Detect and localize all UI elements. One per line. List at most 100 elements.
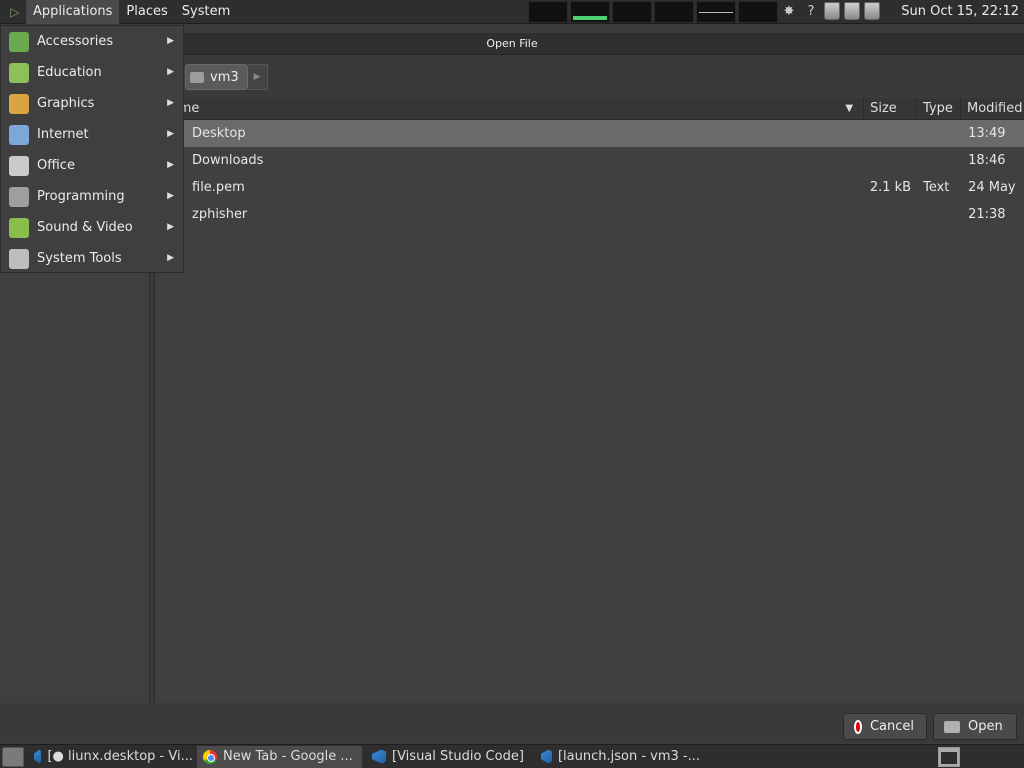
column-header-modified[interactable]: Modified — [961, 98, 1024, 120]
file-row[interactable]: file.pem 2.1 kB Text 24 May — [155, 174, 1024, 201]
file-row[interactable]: zphisher 21:38 — [155, 201, 1024, 228]
disk-monitor-graph — [738, 1, 778, 23]
vscode-icon — [34, 749, 42, 764]
submenu-arrow-icon: ▶ — [167, 67, 174, 77]
submenu-arrow-icon: ▶ — [167, 98, 174, 108]
path-bar: vm3 ▶ — [185, 64, 268, 90]
menu-item-internet[interactable]: Internet ▶ — [1, 119, 183, 150]
taskbar-button-label: [Visual Studio Code] — [392, 749, 524, 764]
column-header-name[interactable]: Name ▼ — [155, 98, 865, 120]
network-monitor-graph — [696, 1, 736, 23]
load-monitor-graph — [654, 1, 694, 23]
graphics-icon — [9, 93, 29, 114]
trash-icon[interactable] — [864, 2, 880, 20]
open-label: Open — [968, 719, 1003, 734]
menu-item-label: Sound & Video — [37, 220, 133, 235]
menu-item-education[interactable]: Education ▶ — [1, 57, 183, 88]
taskbar-button-label: [● liunx.desktop - Vi... — [47, 749, 193, 764]
sort-descending-icon: ▼ — [845, 103, 854, 114]
submenu-arrow-icon: ▶ — [167, 191, 174, 201]
distro-logo-icon[interactable]: ▷ — [4, 1, 26, 23]
menu-item-sound-video[interactable]: Sound & Video ▶ — [1, 212, 183, 243]
file-rows: Desktop 13:49 Downloads 18:46 file.pem 2.1 kB… — [155, 120, 1024, 228]
applications-menu: Accessories ▶ Education ▶ Graphics ▶ Internet ▶… — [0, 25, 184, 273]
trash-icon[interactable] — [844, 2, 860, 20]
system-tools-icon — [9, 248, 29, 269]
clock[interactable]: Sun Oct 15, 22:12 — [901, 0, 1019, 24]
file-name: zphisher — [192, 207, 248, 222]
file-modified: 18:46 — [968, 153, 1006, 168]
file-type: Text — [923, 180, 950, 195]
network-icon[interactable]: ✸ — [780, 4, 798, 19]
cpu-monitor-graph — [528, 1, 568, 23]
trash-icon[interactable] — [824, 2, 840, 20]
sound-video-icon — [9, 217, 29, 238]
file-row[interactable]: Downloads 18:46 — [155, 147, 1024, 174]
taskbar-button-label: [launch.json - vm3 -... — [557, 749, 700, 764]
chrome-icon — [203, 749, 217, 764]
dialog-buttons: Cancel Open — [843, 713, 1017, 740]
education-icon — [9, 62, 29, 83]
menu-item-label: Internet — [37, 127, 89, 142]
file-modified: 21:38 — [968, 207, 1006, 222]
menu-item-programming[interactable]: Programming ▶ — [1, 181, 183, 212]
memory-monitor-graph — [570, 1, 610, 23]
menu-item-label: Education — [37, 65, 102, 80]
submenu-arrow-icon: ▶ — [167, 129, 174, 139]
help-icon[interactable]: ? — [802, 4, 820, 19]
vscode-icon — [372, 749, 386, 764]
internet-icon — [9, 124, 29, 145]
submenu-arrow-icon: ▶ — [167, 160, 174, 170]
cancel-icon — [854, 719, 862, 734]
system-monitor[interactable] — [528, 1, 778, 23]
menu-item-label: System Tools — [37, 251, 122, 266]
path-button-home[interactable]: vm3 — [185, 64, 248, 90]
file-size: 2.1 kB — [869, 180, 912, 195]
top-panel: ▷ Applications Places System ✸ ? Sun Oct… — [0, 0, 1024, 24]
taskbar-button-label: New Tab - Google ... — [223, 749, 353, 764]
path-scroll-right-button[interactable]: ▶ — [247, 64, 268, 90]
programming-icon — [9, 186, 29, 207]
column-header-size[interactable]: Size — [864, 98, 918, 120]
menu-item-system-tools[interactable]: System Tools ▶ — [1, 243, 183, 274]
submenu-arrow-icon: ▶ — [167, 253, 174, 263]
menu-item-label: Office — [37, 158, 75, 173]
file-list-header: Name ▼ Size Type Modified — [155, 98, 1024, 120]
show-desktop-icon[interactable] — [2, 746, 24, 767]
applications-menu-button[interactable]: Applications — [26, 0, 120, 24]
open-folder-icon — [944, 720, 960, 733]
menu-item-office[interactable]: Office ▶ — [1, 150, 183, 181]
swap-monitor-graph — [612, 1, 652, 23]
menu-item-graphics[interactable]: Graphics ▶ — [1, 88, 183, 119]
file-name: file.pem — [192, 180, 245, 195]
cancel-label: Cancel — [869, 719, 914, 734]
places-menu-button[interactable]: Places — [119, 0, 174, 24]
system-tray: ✸ ? — [780, 2, 880, 20]
office-icon — [9, 155, 29, 176]
vscode-icon — [541, 749, 552, 764]
open-button[interactable]: Open — [933, 713, 1017, 740]
menu-item-label: Graphics — [37, 96, 95, 111]
menu-item-accessories[interactable]: Accessories ▶ — [1, 26, 183, 57]
taskbar-button[interactable]: [launch.json - vm3 -... — [535, 746, 700, 768]
file-modified: 24 May — [968, 180, 1016, 195]
system-menu-button[interactable]: System — [175, 0, 237, 24]
file-row[interactable]: Desktop 13:49 — [155, 120, 1024, 147]
file-name: Desktop — [192, 126, 246, 141]
places-sidebar[interactable] — [0, 273, 150, 703]
submenu-arrow-icon: ▶ — [167, 222, 174, 232]
taskbar-button[interactable]: New Tab - Google ... — [197, 745, 362, 768]
menu-item-label: Accessories — [37, 34, 114, 49]
cancel-button[interactable]: Cancel — [843, 713, 927, 740]
window-list: [● liunx.desktop - Vi... New Tab - Google… — [24, 745, 700, 768]
bottom-taskbar: [● liunx.desktop - Vi... New Tab - Google… — [0, 744, 1024, 768]
file-modified: 13:49 — [968, 126, 1006, 141]
menu-item-label: Programming — [37, 189, 125, 204]
path-button-label: vm3 — [210, 69, 239, 85]
file-name: Downloads — [192, 153, 264, 168]
file-list: Name ▼ Size Type Modified Desktop 13:49 Do… — [154, 98, 1024, 703]
workspace-switcher[interactable] — [938, 747, 960, 767]
column-header-type[interactable]: Type — [917, 98, 961, 120]
taskbar-button[interactable]: [● liunx.desktop - Vi... — [28, 746, 193, 768]
taskbar-button[interactable]: [Visual Studio Code] — [366, 746, 531, 768]
